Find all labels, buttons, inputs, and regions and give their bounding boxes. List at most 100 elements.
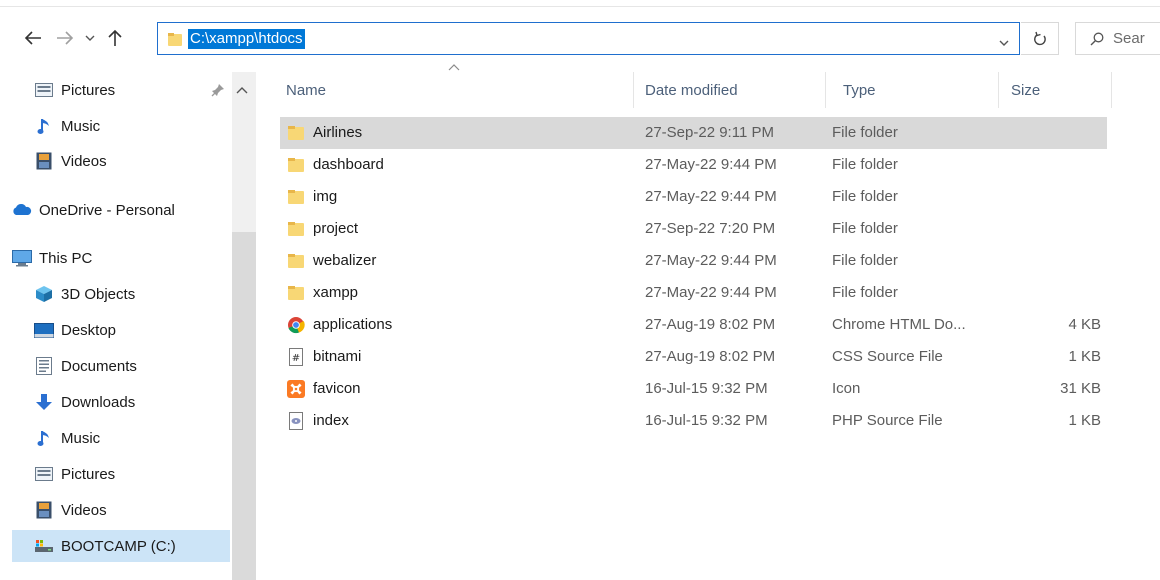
file-row[interactable]: applications 27-Aug-19 8:02 PM Chrome HT…: [280, 309, 1107, 341]
recent-locations-button[interactable]: [81, 26, 99, 50]
file-date: 16-Jul-15 9:32 PM: [645, 412, 768, 429]
search-icon: [1090, 32, 1104, 50]
file-size: 1 KB: [1068, 412, 1101, 429]
up-arrow-icon: [108, 29, 122, 46]
file-name: index: [313, 412, 349, 429]
sidebar-item-this-pc[interactable]: This PC: [12, 242, 230, 274]
file-type: File folder: [832, 188, 898, 205]
sort-ascending-icon: [448, 64, 460, 71]
sidebar-scrollbar-thumb[interactable]: [232, 232, 256, 580]
sidebar-item-label: Desktop: [61, 321, 117, 339]
sidebar-item-desktop[interactable]: Desktop: [34, 314, 230, 346]
sidebar-item-label: Pictures: [61, 465, 116, 483]
file-row[interactable]: xampp 27-May-22 9:44 PM File folder: [280, 277, 1107, 309]
drive-icon: [34, 536, 54, 556]
file-type: Icon: [832, 380, 861, 397]
file-size: 1 KB: [1068, 348, 1101, 365]
sidebar-item-label: BOOTCAMP (C:): [61, 537, 176, 555]
sidebar-item-3d-objects[interactable]: 3D Objects: [34, 278, 230, 310]
chevron-down-icon: [85, 35, 95, 41]
file-name: img: [313, 188, 338, 205]
file-name: bitnami: [313, 348, 362, 365]
column-header-type[interactable]: Type: [843, 79, 876, 103]
up-button[interactable]: [104, 26, 126, 50]
file-row[interactable]: Airlines 27-Sep-22 9:11 PM File folder: [280, 117, 1107, 149]
refresh-icon: [1033, 31, 1046, 45]
sidebar-item-label: Downloads: [61, 393, 136, 411]
sidebar-item-label: Music: [61, 117, 101, 135]
file-size: 31 KB: [1060, 380, 1101, 397]
folder-icon: [286, 155, 306, 175]
column-divider[interactable]: [825, 72, 826, 108]
file-date: 27-May-22 9:44 PM: [645, 156, 777, 173]
css-file-icon: #: [286, 347, 306, 367]
file-date: 16-Jul-15 9:32 PM: [645, 380, 768, 397]
sidebar-item-label: 3D Objects: [61, 285, 136, 303]
sidebar-item-music[interactable]: Music: [34, 422, 230, 454]
folder-icon: [286, 283, 306, 303]
file-size: 4 KB: [1068, 316, 1101, 333]
address-bar[interactable]: C:\xampp\htdocs: [157, 22, 1020, 55]
file-name: webalizer: [313, 252, 377, 269]
back-button[interactable]: [22, 26, 44, 50]
file-row[interactable]: index 16-Jul-15 9:32 PM PHP Source File …: [280, 405, 1107, 437]
search-placeholder: Sear: [1113, 30, 1145, 47]
sidebar-item-music[interactable]: Music: [34, 110, 230, 142]
column-divider[interactable]: [998, 72, 999, 108]
sidebar-item-videos[interactable]: Videos: [34, 494, 230, 526]
refresh-button[interactable]: [1021, 22, 1059, 55]
file-name: project: [313, 220, 359, 237]
file-name: favicon: [313, 380, 361, 397]
sidebar-item-pictures[interactable]: Pictures: [34, 74, 230, 106]
forward-button[interactable]: [54, 26, 76, 50]
back-arrow-icon: [24, 31, 41, 45]
column-divider[interactable]: [1111, 72, 1112, 108]
file-row[interactable]: dashboard 27-May-22 9:44 PM File folder: [280, 149, 1107, 181]
pictures-icon: [34, 464, 54, 484]
xampp-icon: [286, 379, 306, 399]
column-header-date-modified[interactable]: Date modified: [645, 79, 738, 103]
music-icon: [34, 428, 54, 448]
sidebar-item-bootcamp-drive[interactable]: BOOTCAMP (C:): [12, 530, 230, 562]
file-name: dashboard: [313, 156, 384, 173]
sidebar-item-downloads[interactable]: Downloads: [34, 386, 230, 418]
file-date: 27-Sep-22 9:11 PM: [645, 124, 774, 141]
file-row[interactable]: favicon 16-Jul-15 9:32 PM Icon 31 KB: [280, 373, 1107, 405]
address-path[interactable]: C:\xampp\htdocs: [188, 29, 305, 49]
file-date: 27-May-22 9:44 PM: [645, 188, 777, 205]
column-divider[interactable]: [633, 72, 634, 108]
file-name: applications: [313, 316, 393, 333]
file-date: 27-Aug-19 8:02 PM: [645, 348, 776, 365]
search-box[interactable]: Sear: [1075, 22, 1160, 55]
address-dropdown-button[interactable]: [999, 34, 1009, 51]
sidebar-item-label: Pictures: [61, 81, 116, 99]
svg-text:#: #: [292, 353, 300, 364]
sidebar-item-label: This PC: [39, 249, 93, 267]
sidebar-item-label: Videos: [61, 501, 107, 519]
folder-icon: [286, 187, 306, 207]
folder-icon: [286, 219, 306, 239]
sidebar-item-pictures[interactable]: Pictures: [34, 458, 230, 490]
documents-icon: [34, 356, 54, 376]
file-row[interactable]: img 27-May-22 9:44 PM File folder: [280, 181, 1107, 213]
chrome-icon: [286, 315, 306, 335]
file-row[interactable]: webalizer 27-May-22 9:44 PM File folder: [280, 245, 1107, 277]
column-header-size[interactable]: Size: [1011, 79, 1040, 103]
folder-icon: [167, 31, 183, 51]
sidebar-item-onedrive[interactable]: OneDrive - Personal: [12, 194, 230, 226]
file-row[interactable]: # bitnami 27-Aug-19 8:02 PM CSS Source F…: [280, 341, 1107, 373]
column-header-name[interactable]: Name: [286, 79, 326, 103]
sidebar-item-label: OneDrive - Personal: [39, 201, 175, 219]
file-type: File folder: [832, 220, 898, 237]
file-row[interactable]: project 27-Sep-22 7:20 PM File folder: [280, 213, 1107, 245]
sidebar-item-documents[interactable]: Documents: [34, 350, 230, 382]
window-top-border: [0, 6, 1160, 7]
file-type: File folder: [832, 284, 898, 301]
file-date: 27-Sep-22 7:20 PM: [645, 220, 776, 237]
pictures-icon: [34, 80, 54, 100]
scroll-up-icon[interactable]: [236, 82, 248, 99]
folder-icon: [286, 123, 306, 143]
php-file-icon: [286, 411, 306, 431]
sidebar-item-videos[interactable]: Videos: [34, 145, 230, 177]
3d-objects-icon: [34, 284, 54, 304]
